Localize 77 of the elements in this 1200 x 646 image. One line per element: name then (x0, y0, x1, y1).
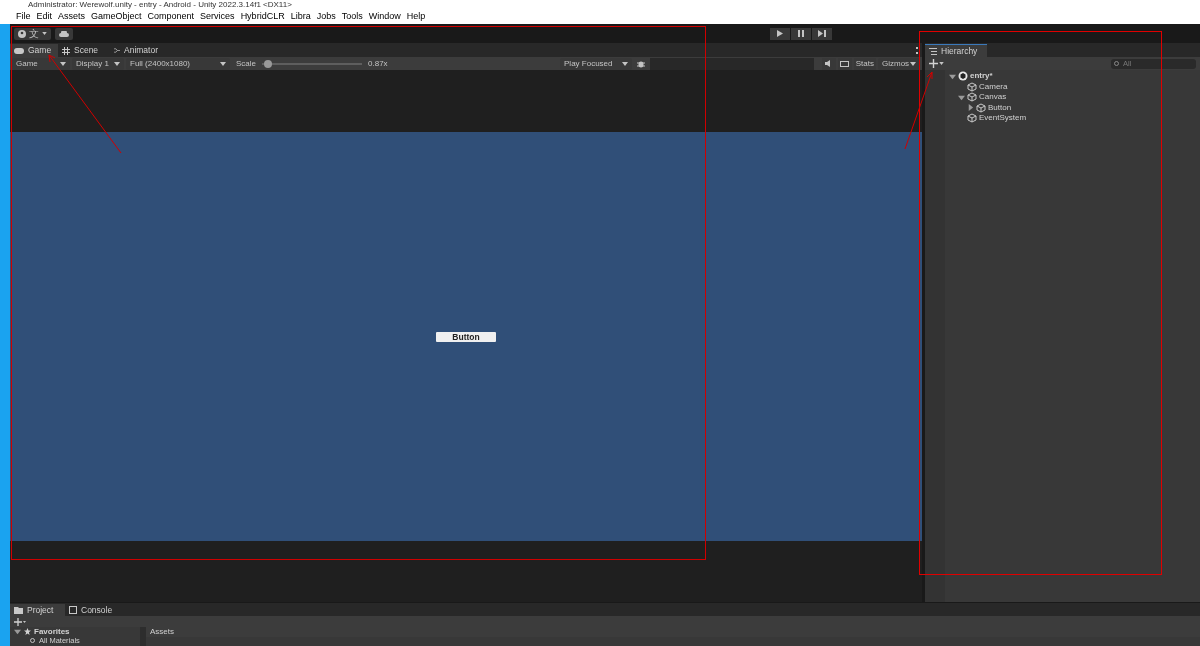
menu-item[interactable]: Services (200, 10, 235, 24)
hierarchy-tab[interactable]: Hierarchy (925, 44, 987, 57)
scale-label: Scale (236, 57, 256, 70)
keyboard-icon (840, 60, 850, 67)
folder-icon (14, 606, 23, 614)
game-ui-button[interactable]: Button (436, 331, 496, 342)
panel-tab[interactable]: Project (10, 604, 65, 616)
cloud-button[interactable] (55, 27, 73, 40)
menu-item[interactable]: Jobs (316, 10, 336, 24)
assets-header: Assets (146, 627, 1200, 637)
hierarchy-item[interactable]: EventSystem (979, 114, 1027, 123)
panel-tab[interactable]: Game (10, 44, 58, 57)
menu-item[interactable]: Help (406, 10, 426, 24)
caret-icon (939, 62, 944, 65)
step-icon (818, 30, 826, 37)
stats-button[interactable]: Stats (853, 57, 876, 70)
caret-icon (220, 61, 226, 66)
user-icon (18, 29, 26, 38)
search-icon (30, 637, 36, 644)
branch-icon (114, 47, 120, 54)
window-title: Administrator: Werewolf.unity - entry - Android - Unity 2022.3.14f1 <DX11> (0, 0, 1200, 10)
play-mode-dropdown[interactable]: Play Focused (560, 57, 632, 70)
menu-item[interactable]: Libra (290, 10, 311, 24)
star-icon (24, 628, 31, 635)
menu-item[interactable]: Window (368, 10, 401, 24)
cube-icon (967, 113, 977, 124)
view-dropdown[interactable]: Game (12, 57, 70, 70)
step-button[interactable] (812, 27, 832, 40)
add-button[interactable] (929, 59, 944, 68)
display-dropdown[interactable]: Display 1 (72, 57, 124, 70)
account-button[interactable]: 文 (14, 27, 51, 40)
play-icon (777, 30, 783, 37)
audio-mute-button[interactable] (821, 57, 836, 70)
plus-icon (929, 59, 938, 68)
gizmos-dropdown[interactable]: Gizmos (878, 57, 920, 70)
favorites-label[interactable]: Favorites (34, 627, 70, 636)
menu-item[interactable]: File (16, 10, 31, 24)
expand-caret-icon[interactable] (949, 72, 956, 80)
expand-caret-icon[interactable] (967, 104, 974, 112)
caret-icon (622, 61, 628, 66)
menu-item[interactable]: GameObject (91, 10, 142, 24)
keyboard-button[interactable] (837, 57, 852, 70)
grid-icon (62, 46, 70, 55)
panel-tab[interactable]: Console (65, 604, 120, 616)
menu-item[interactable]: Assets (58, 10, 86, 24)
hierarchy-item[interactable]: Canvas (979, 93, 1007, 102)
menu-item[interactable]: Component (147, 10, 195, 24)
speaker-icon (824, 60, 833, 67)
bug-icon (637, 59, 645, 68)
cube-icon (976, 102, 986, 113)
menu-item[interactable]: Tools (341, 10, 363, 24)
scale-slider-thumb[interactable] (263, 59, 272, 68)
caret-icon (114, 61, 120, 66)
caret-icon (42, 32, 47, 35)
cube-icon (967, 92, 977, 103)
menu-item[interactable]: Edit (36, 10, 53, 24)
resolution-dropdown[interactable]: Full (2400x1080) (126, 57, 230, 70)
panel-tab[interactable]: Animator (110, 44, 162, 57)
hierarchy-item[interactable]: Button (988, 103, 1012, 112)
pause-icon (798, 30, 804, 37)
list-icon (929, 47, 937, 55)
cube-icon (967, 81, 977, 92)
cloud-icon (59, 30, 69, 37)
panel-tab[interactable]: Scene (58, 44, 110, 57)
expand-caret-icon[interactable] (958, 93, 965, 101)
plus-icon[interactable] (14, 617, 26, 626)
menu-item[interactable]: HybridCLR (240, 10, 285, 24)
hierarchy-item[interactable]: Camera (979, 82, 1008, 91)
gamepad-icon (14, 47, 24, 54)
search-icon (1114, 60, 1120, 67)
scale-value: 0.87x (368, 57, 389, 70)
hierarchy-item[interactable]: entry* (970, 72, 993, 81)
pause-button[interactable] (791, 27, 811, 40)
console-icon (69, 606, 77, 614)
play-button[interactable] (770, 27, 790, 40)
caret-icon (910, 61, 916, 66)
caret-icon (60, 61, 66, 66)
